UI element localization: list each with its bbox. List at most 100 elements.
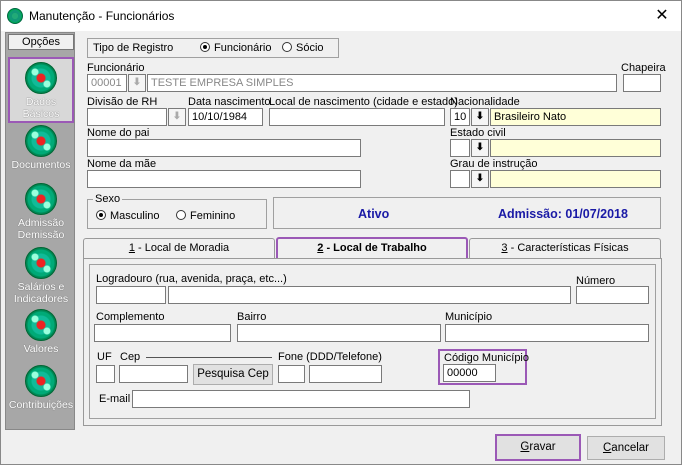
radio-funcionario[interactable]: Funcionário	[200, 42, 271, 54]
sidebar-item-label: Admissão Demissão	[17, 217, 65, 241]
logradouro-label: Logradouro (rua, avenida, praça, etc...)	[96, 273, 287, 285]
codigo-municipio-label: Código Município	[444, 352, 529, 364]
tipo-registro-group: Tipo de Registro Funcionário Sócio	[87, 38, 339, 58]
title-bar: Manutenção - Funcionários ✕	[1, 1, 681, 31]
chapeira-field[interactable]	[623, 74, 661, 92]
radio-feminino[interactable]: Feminino	[176, 210, 235, 222]
grau-instrucao-label: Grau de instrução	[450, 158, 538, 170]
radio-socio[interactable]: Sócio	[282, 42, 324, 54]
data-nascimento-label: Data nascimento	[188, 96, 271, 108]
divisao-lookup-button[interactable]: ⬇	[168, 108, 186, 126]
cancelar-label: ancelar	[611, 442, 650, 454]
estado-civil-label: Estado civil	[450, 127, 506, 139]
nacionalidade-lookup-button[interactable]: ⬇	[471, 108, 489, 126]
sexo-label: Sexo	[93, 193, 123, 205]
local-nascimento-field[interactable]	[269, 108, 445, 126]
estado-civil-code-field[interactable]	[450, 139, 470, 157]
nome-mae-field[interactable]	[87, 170, 361, 188]
bairro-label: Bairro	[237, 311, 267, 323]
sidebar-header: Opções	[8, 34, 74, 50]
sexo-group: Sexo Masculino Feminino	[87, 193, 267, 229]
radio-funcionario-label: Funcionário	[214, 42, 272, 54]
grau-instrucao-code-field[interactable]	[450, 170, 470, 188]
globe-icon	[25, 125, 57, 157]
complemento-field[interactable]	[94, 324, 231, 342]
nome-pai-field[interactable]	[87, 139, 361, 157]
sidebar-item-valores[interactable]: Valores	[8, 309, 74, 355]
cep-label: Cep	[120, 351, 141, 363]
funcionario-code-field[interactable]: 00001	[87, 74, 127, 92]
funcionario-label: Funcionário	[87, 62, 145, 74]
cep-divider-line	[146, 357, 272, 358]
email-label: E-mail	[99, 393, 131, 405]
radio-masculino[interactable]: Masculino	[96, 210, 160, 222]
fone-label: Fone (DDD/Telefone)	[278, 351, 382, 363]
pesquisa-cep-button[interactable]: Pesquisa Cep	[193, 364, 273, 385]
tab-caracteristicas-fisicas[interactable]: 3 - Características Físicas	[469, 238, 661, 258]
sidebar-item-label: Dados Básicos	[22, 96, 60, 120]
email-field[interactable]	[132, 390, 470, 408]
radio-off-icon	[176, 210, 186, 220]
uf-label: UF	[97, 351, 112, 363]
logradouro-tipo-field[interactable]	[96, 286, 166, 304]
sidebar-item-label: Documentos	[11, 159, 71, 171]
logradouro-field[interactable]	[168, 286, 571, 304]
sidebar-item-salarios-indicadores[interactable]: Salários e Indicadores	[8, 247, 74, 305]
tab-label: - Local de Trabalho	[323, 242, 427, 254]
municipio-field[interactable]	[445, 324, 649, 342]
nome-pai-label: Nome do pai	[87, 127, 150, 139]
sidebar-item-label: Contribuições	[8, 399, 74, 411]
sidebar-item-dados-basicos[interactable]: Dados Básicos	[8, 57, 74, 123]
situacao-status: Ativo	[358, 207, 390, 221]
numero-field[interactable]	[576, 286, 649, 304]
sidebar: Opções Dados Básicos Documentos Admissão…	[5, 32, 75, 430]
cancelar-button[interactable]: Cancelar	[587, 436, 665, 460]
globe-icon	[25, 365, 57, 397]
funcionario-lookup-button[interactable]: ⬇	[128, 74, 146, 92]
app-globe-icon	[7, 8, 23, 24]
nacionalidade-code-field[interactable]: 10	[450, 108, 470, 126]
admissao-date: Admissão: 01/07/2018	[498, 207, 628, 221]
sidebar-item-admissao-demissao[interactable]: Admissão Demissão	[8, 183, 74, 241]
uf-field[interactable]	[96, 365, 115, 383]
estado-civil-name-field	[490, 139, 661, 157]
globe-icon	[25, 62, 57, 94]
close-button[interactable]: ✕	[651, 5, 673, 27]
radio-on-icon	[96, 210, 106, 220]
globe-icon	[25, 183, 57, 215]
nome-mae-label: Nome da mãe	[87, 158, 157, 170]
sidebar-item-documentos[interactable]: Documentos	[8, 125, 74, 171]
data-nascimento-field[interactable]: 10/10/1984	[188, 108, 263, 126]
cep-field[interactable]	[119, 365, 188, 383]
municipio-label: Município	[445, 311, 493, 323]
funcionario-name-field[interactable]: TESTE EMPRESA SIMPLES	[147, 74, 617, 92]
sidebar-item-contribuicoes[interactable]: Contribuições	[8, 365, 74, 411]
window: Manutenção - Funcionários ✕ Opções Dados…	[0, 0, 682, 465]
fone-telefone-field[interactable]	[309, 365, 382, 383]
sidebar-item-label: Valores	[23, 343, 59, 355]
globe-icon	[25, 247, 57, 279]
local-nascimento-label: Local de nascimento (cidade e estado)	[269, 96, 458, 108]
tipo-registro-label: Tipo de Registro	[93, 42, 174, 54]
nacionalidade-label: Nacionalidade	[450, 96, 520, 108]
bairro-field[interactable]	[237, 324, 441, 342]
divisao-rh-field[interactable]	[87, 108, 167, 126]
tab-label: - Local de Moradia	[134, 242, 230, 254]
estado-civil-lookup-button[interactable]: ⬇	[471, 139, 489, 157]
codigo-municipio-field[interactable]: 00000	[443, 364, 496, 382]
nacionalidade-name-field: Brasileiro Nato	[490, 108, 661, 126]
tab-local-moradia[interactable]: 1 - Local de Moradia	[83, 238, 275, 258]
radio-off-icon	[282, 42, 292, 52]
globe-icon	[25, 309, 57, 341]
divisao-rh-label: Divisão de RH	[87, 96, 158, 108]
complemento-label: Complemento	[96, 311, 165, 323]
fone-ddd-field[interactable]	[278, 365, 305, 383]
radio-socio-label: Sócio	[296, 42, 324, 54]
status-box: Ativo Admissão: 01/07/2018	[273, 197, 661, 229]
radio-feminino-label: Feminino	[190, 210, 236, 222]
tab-label: - Características Físicas	[507, 242, 629, 254]
chapeira-label: Chapeira	[621, 62, 666, 74]
grau-lookup-button[interactable]: ⬇	[471, 170, 489, 188]
gravar-button[interactable]: Gravar	[495, 434, 581, 461]
radio-masculino-label: Masculino	[110, 210, 160, 222]
